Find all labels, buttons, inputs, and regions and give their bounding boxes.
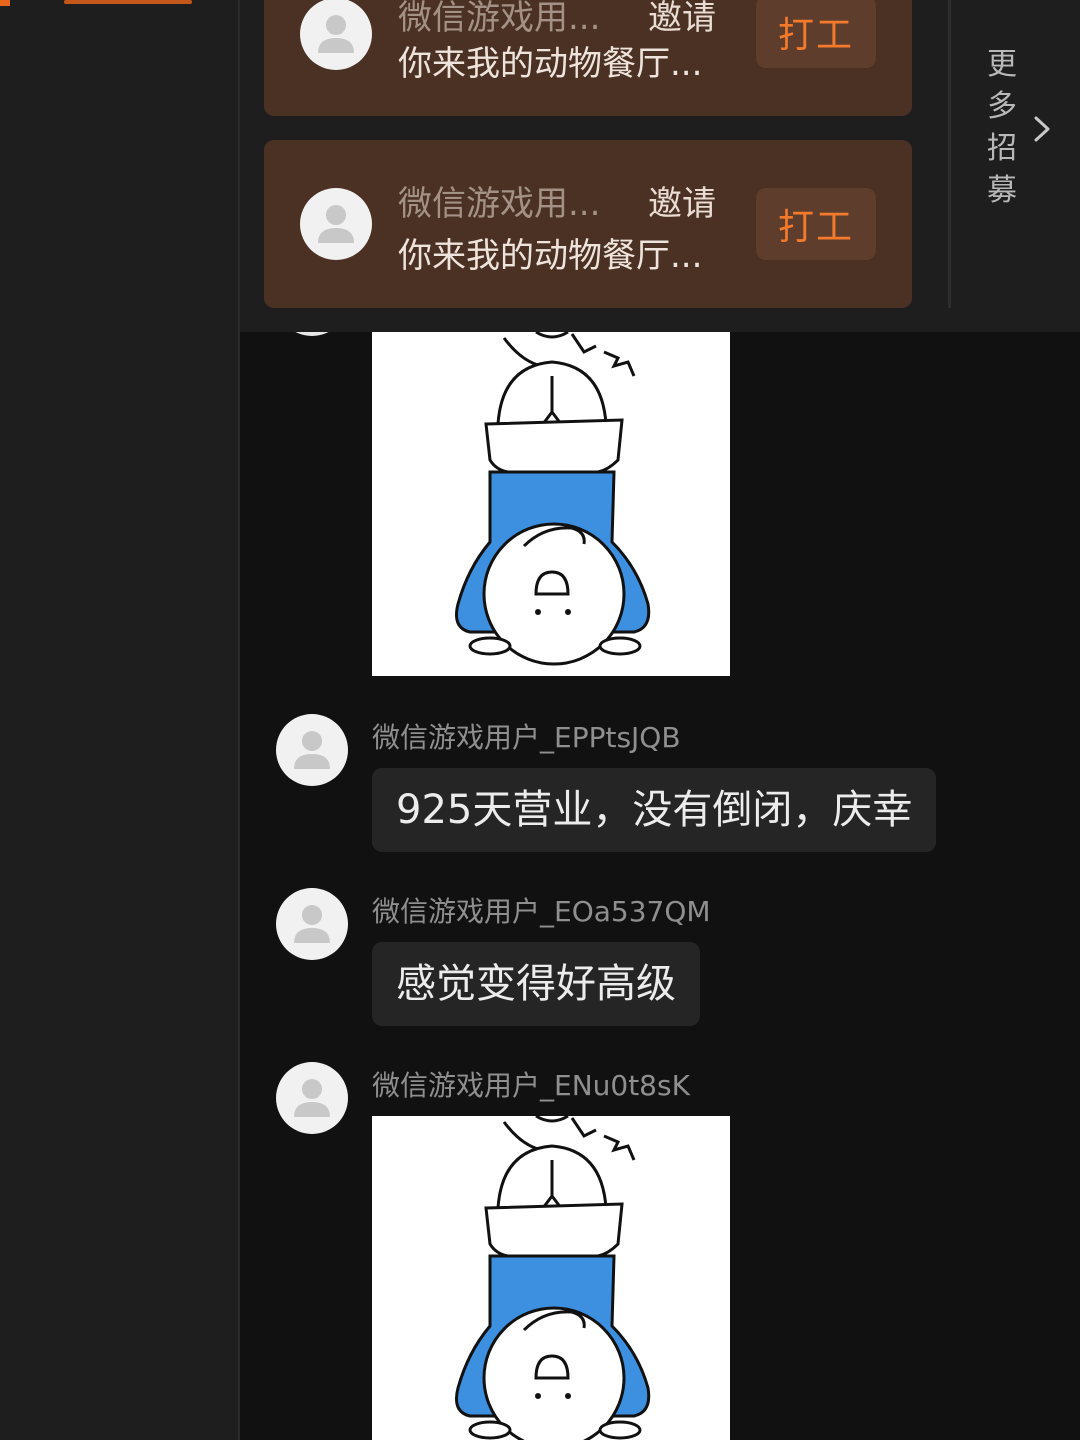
recruit-card[interactable]: 微信游戏用... 邀请 你来我的动物餐厅... 打工 — [264, 140, 912, 308]
invite-label: 邀请 — [648, 0, 716, 38]
recruiter-name: 微信游戏用... — [398, 0, 601, 38]
user-avatar-icon[interactable] — [276, 714, 348, 786]
message-username: 微信游戏用户_ENu0t8sK — [372, 1069, 690, 1102]
recruiter-name: 微信游戏用... — [398, 184, 601, 224]
sticker-image[interactable] — [372, 332, 730, 676]
recruit-description: 你来我的动物餐厅... — [398, 236, 703, 276]
recruit-card[interactable]: 微信游戏用... 邀请 你来我的动物餐厅... 打工 — [264, 0, 912, 116]
selected-tab-label-fragment — [64, 0, 192, 4]
message-username: 微信游戏用户_EOa537QM — [372, 895, 711, 928]
message-bubble[interactable]: 感觉变得好高级 — [372, 942, 700, 1026]
sticker-image[interactable] — [372, 1116, 730, 1440]
divider — [948, 0, 951, 308]
work-button[interactable]: 打工 — [756, 0, 876, 68]
invite-label: 邀请 — [648, 184, 716, 224]
chat-message-list[interactable]: 微信游戏用户_EPPtsJQB 925天营业，没有倒闭，庆幸 微信游戏用户_EO… — [240, 332, 1080, 1440]
more-recruit-link[interactable]: 更多招募 — [984, 44, 1020, 212]
user-avatar-icon[interactable] — [276, 1062, 348, 1134]
user-avatar-icon — [300, 188, 372, 260]
recruit-description: 你来我的动物餐厅... — [398, 44, 703, 84]
recruit-panel: 微信游戏用... 邀请 你来我的动物餐厅... 打工 微信游戏用... 邀请 你… — [240, 0, 1080, 332]
user-avatar-icon — [300, 0, 372, 70]
left-panel — [0, 0, 240, 1440]
chevron-right-icon[interactable] — [1030, 114, 1054, 144]
message-username: 微信游戏用户_EPPtsJQB — [372, 721, 681, 754]
user-avatar-icon[interactable] — [276, 888, 348, 960]
avatar — [276, 332, 348, 336]
selected-indicator — [0, 0, 10, 6]
work-button[interactable]: 打工 — [756, 188, 876, 260]
message-bubble[interactable]: 925天营业，没有倒闭，庆幸 — [372, 768, 937, 852]
